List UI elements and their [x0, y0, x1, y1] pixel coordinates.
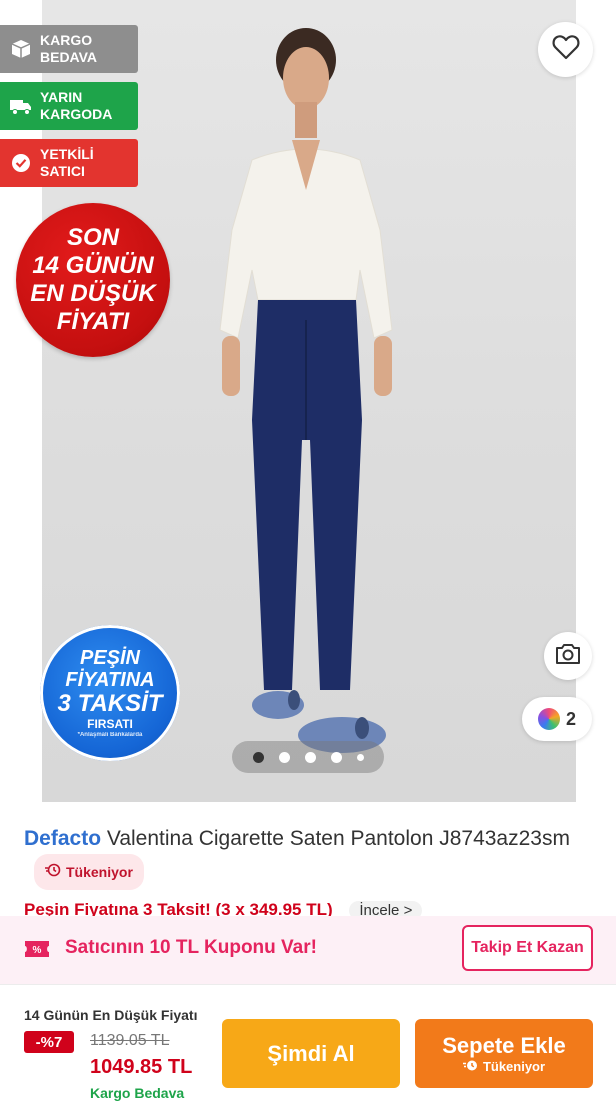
taksit-note: *Anlaşmalı Bankalarda — [77, 731, 143, 738]
badge-yetkili-satici-label: YETKİLİ SATICI — [40, 146, 94, 179]
badge-kargo-bedava-label: KARGO BEDAVA — [40, 32, 98, 65]
carousel-dot[interactable] — [278, 751, 290, 763]
taksit-line1: PEŞİN — [79, 646, 141, 669]
product-name: Valentina Cigarette Saten Pantolon J8743… — [106, 827, 570, 850]
clock-icon — [45, 857, 61, 887]
lowest-price-line3: EN DÜŞÜK — [30, 280, 156, 307]
old-price: 1139.05 TL — [90, 1032, 170, 1049]
truck-icon — [10, 95, 32, 117]
heart-icon — [552, 34, 580, 65]
taksit-line2: FİYATINA — [65, 668, 155, 691]
stock-status-badge: Tükeniyor — [34, 854, 144, 890]
lowest-price-line2: 14 GÜNÜN — [32, 252, 154, 279]
carousel-dot[interactable] — [330, 751, 342, 763]
badge-yetkili-satici: YETKİLİ SATICI — [0, 139, 138, 187]
stock-status-label: Tükeniyor — [66, 864, 133, 880]
product-image-carousel[interactable]: KARGO BEDAVA YARIN KARGODA YETKİLİ SATIC… — [0, 0, 616, 802]
camera-icon — [554, 642, 582, 671]
color-count: 2 — [565, 708, 576, 729]
discount-badge: -%7 — [24, 1031, 74, 1053]
badge-yarin-kargoda: YARIN KARGODA — [0, 82, 138, 130]
follow-seller-button[interactable]: Takip Et Kazan — [462, 925, 593, 971]
color-options-button[interactable]: 2 — [522, 697, 592, 741]
seller-coupon-bar: % Satıcının 10 TL Kuponu Var! Takip Et K… — [0, 916, 616, 984]
box-icon — [10, 38, 32, 60]
clock-icon — [462, 1059, 479, 1075]
visual-search-button[interactable] — [544, 632, 592, 680]
purchase-bar: 14 Günün En Düşük Fiyatı -%7 1139.05 TL … — [0, 984, 616, 1114]
lowest-price-line4: FİYATI — [56, 308, 130, 335]
taksit-campaign-badge: PEŞİN FİYATINA 3 TAKSİT FIRSATI *Anlaşma… — [40, 625, 180, 761]
verified-icon — [10, 152, 32, 174]
current-price: 1049.85 TL — [90, 1056, 193, 1078]
buy-now-button[interactable]: Şimdi Al — [222, 1019, 400, 1088]
lowest-price-badge: SON 14 GÜNÜN EN DÜŞÜK FİYATI — [16, 203, 170, 357]
free-shipping-label: Kargo Bedava — [90, 1085, 185, 1101]
carousel-pagination[interactable] — [232, 741, 384, 773]
taksit-line3: 3 TAKSİT — [57, 689, 163, 717]
add-to-cart-status: Tükeniyor — [462, 1059, 546, 1075]
badge-yarin-kargoda-label: YARIN KARGODA — [40, 89, 113, 122]
add-to-cart-button[interactable]: Sepete Ekle Tükeniyor — [415, 1019, 593, 1088]
carousel-dot[interactable] — [356, 753, 364, 761]
brand-link[interactable]: Defacto — [24, 827, 101, 850]
carousel-dot[interactable] — [304, 751, 316, 763]
taksit-line4: FIRSATI — [87, 716, 133, 731]
carousel-dot[interactable] — [252, 751, 264, 763]
badge-kargo-bedava: KARGO BEDAVA — [0, 25, 138, 73]
svg-text:%: % — [33, 945, 42, 956]
product-title: Defacto Valentina Cigarette Saten Pantol… — [24, 824, 594, 890]
coupon-icon: % — [24, 938, 50, 960]
coupon-text: Satıcının 10 TL Kuponu Var! — [65, 937, 317, 958]
favorite-button[interactable] — [538, 22, 593, 77]
add-to-cart-label: Sepete Ekle — [442, 1032, 566, 1058]
lowest-price-label: 14 Günün En Düşük Fiyatı — [24, 1007, 198, 1023]
add-to-cart-sub-label: Tükeniyor — [482, 1059, 546, 1074]
color-wheel-icon — [537, 708, 560, 730]
lowest-price-line1: SON — [66, 224, 119, 251]
